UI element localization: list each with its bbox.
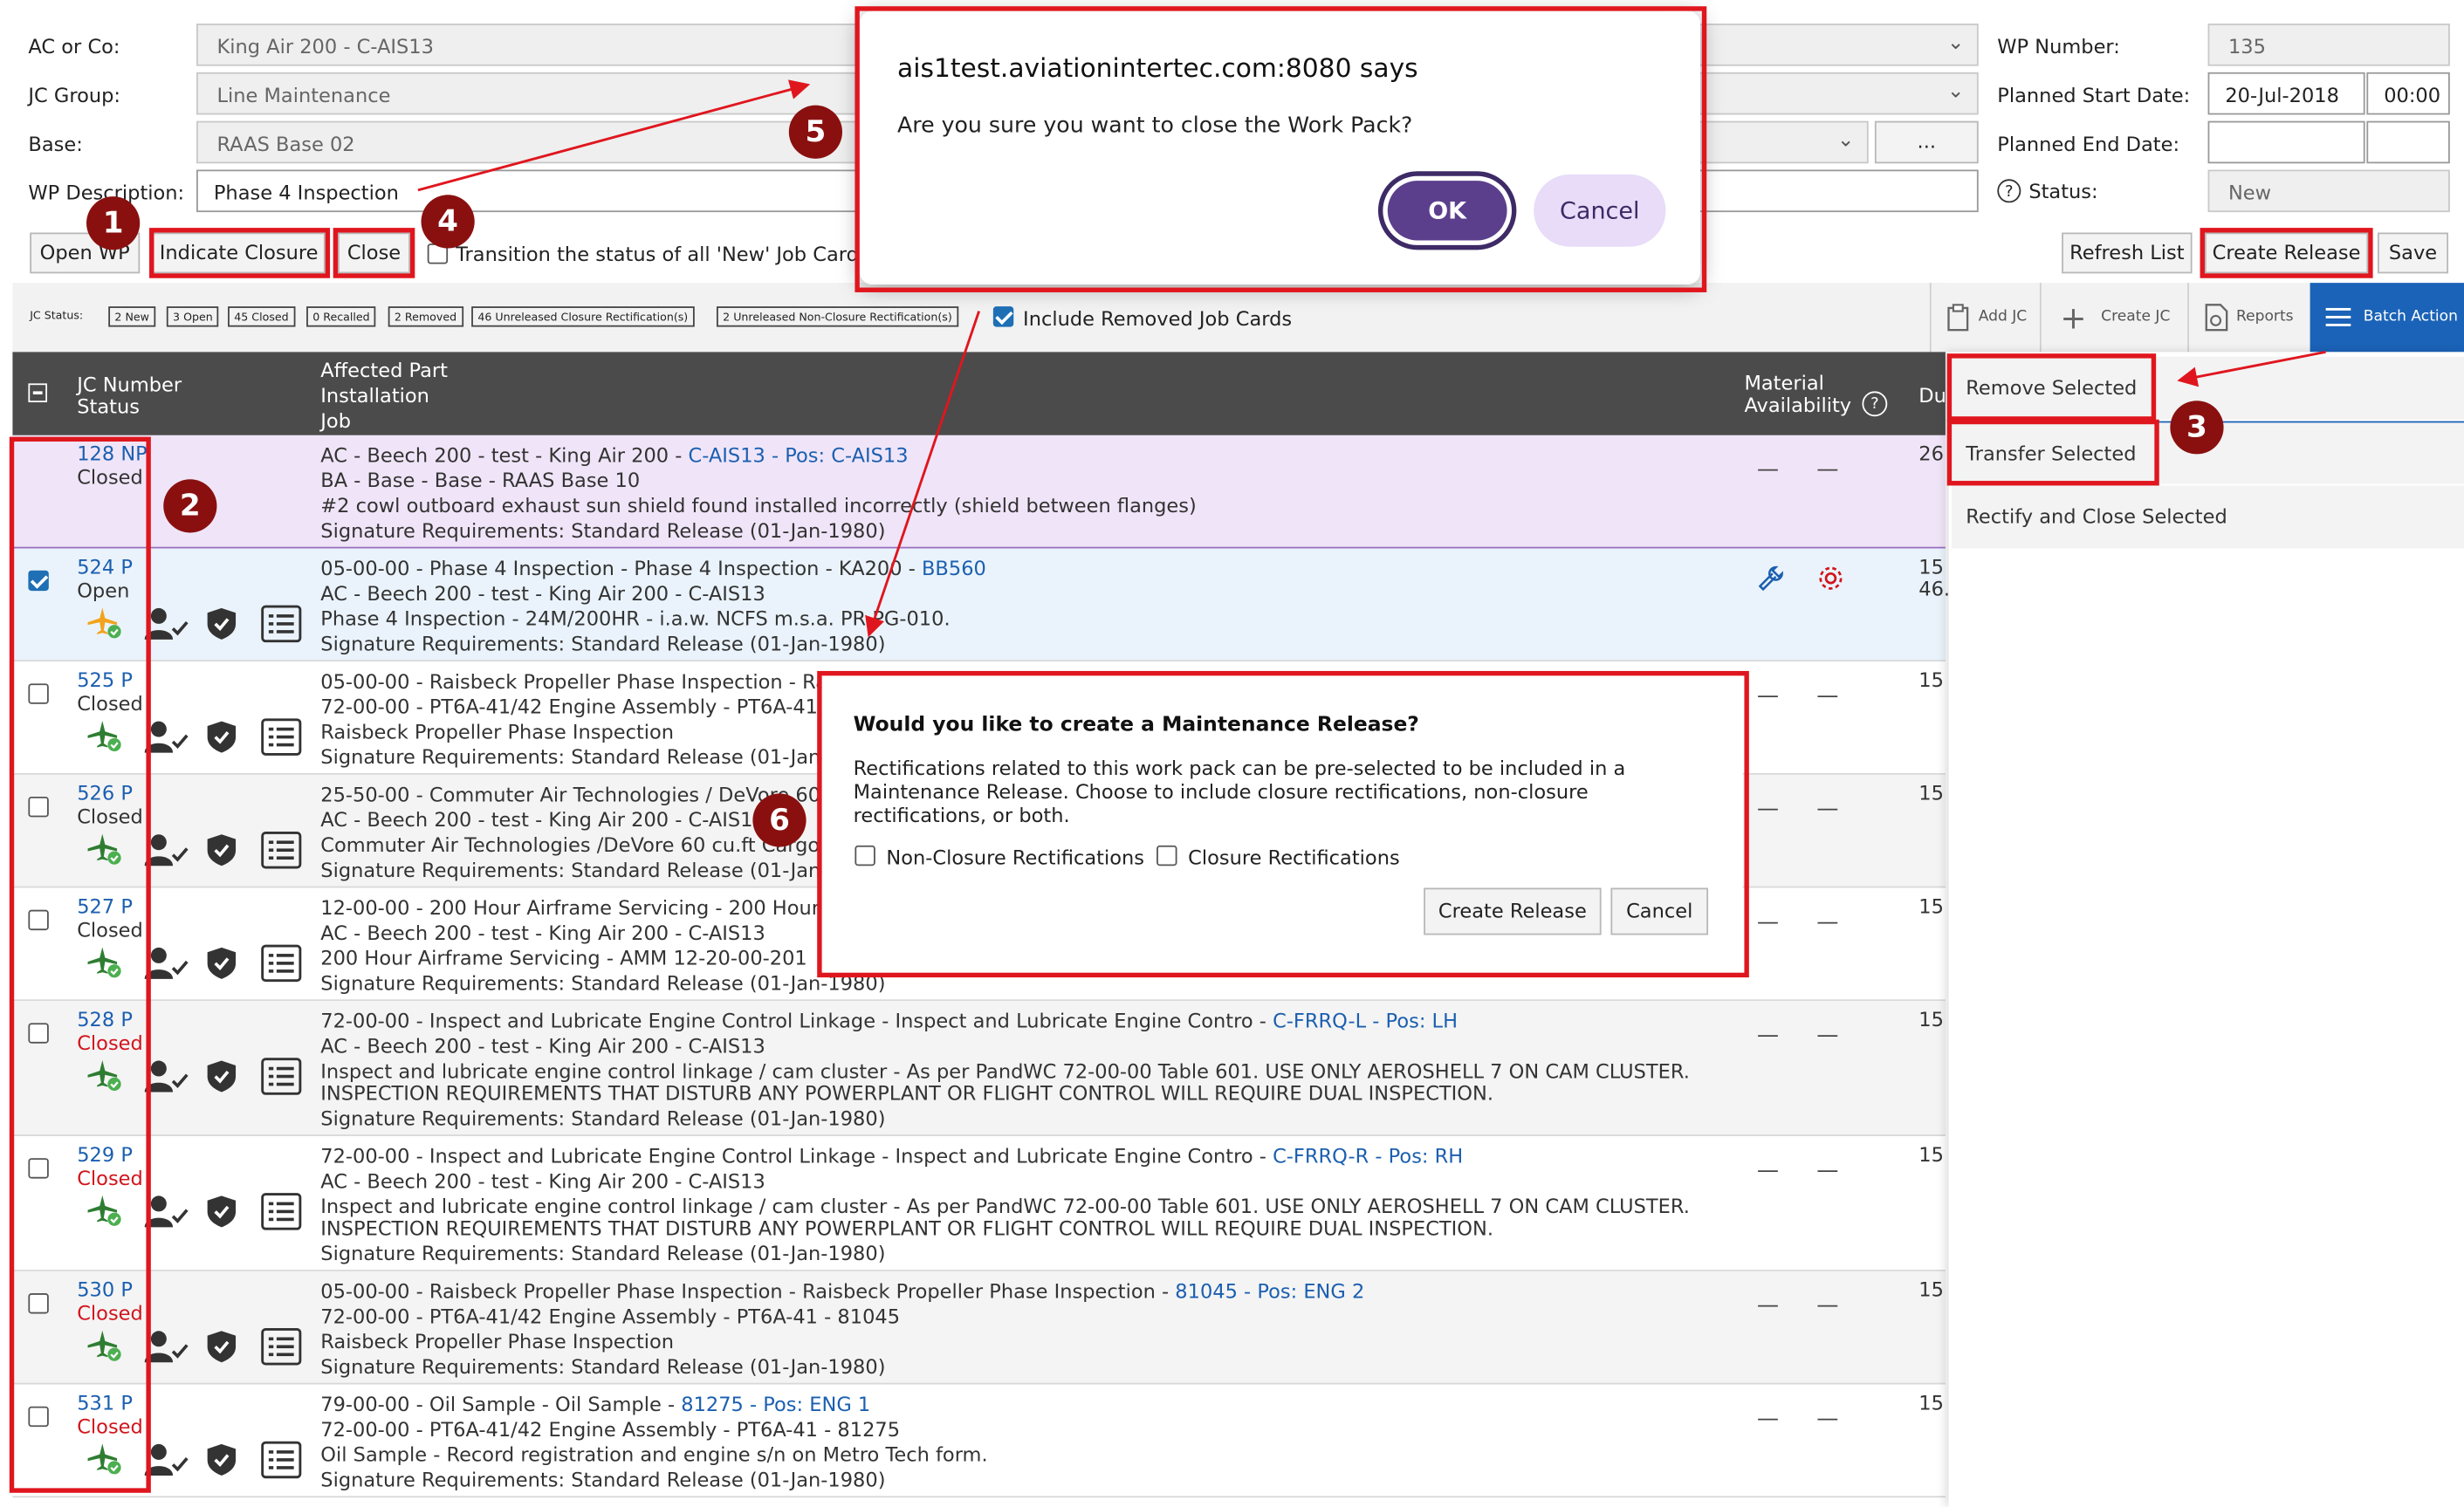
step-marker-4: 4 [421,195,475,249]
step-marker-2: 2 [163,479,217,533]
step-marker-3: 3 [2170,401,2224,455]
step-marker-6: 6 [752,793,806,847]
annotation-box-release-dialog [817,670,1749,978]
annotation-box-confirm-dialog [855,6,1707,292]
step-marker-1: 1 [86,196,141,250]
work-pack-screen: AC or Co: King Air 200 - C-AIS13 ⌄ JC Gr… [0,0,2464,1507]
step-marker-5: 5 [788,105,843,159]
